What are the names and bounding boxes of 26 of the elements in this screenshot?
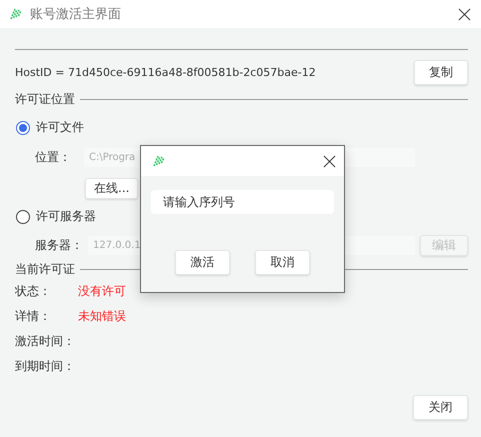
info-label: 激活时间：: [15, 332, 76, 350]
copy-button[interactable]: 复制: [414, 60, 468, 85]
close-button[interactable]: 关闭: [413, 395, 468, 420]
info-label: 到期时间：: [15, 358, 76, 374]
logo-icon: [10, 7, 22, 21]
info-value: 未知错误: [78, 308, 126, 324]
section-title: 当前许可证: [15, 261, 75, 278]
window-title: 账号激活主界面: [30, 6, 122, 23]
cancel-button[interactable]: 取消: [255, 250, 310, 275]
activate-button[interactable]: 激活: [175, 250, 230, 275]
host-id-text: HostID = 71d450ce-69116a48-8f00581b-2c057bae-12: [15, 66, 316, 79]
close-icon[interactable]: [323, 154, 336, 168]
info-value: 没有许可: [78, 282, 126, 300]
radio-label: 许可服务器: [36, 208, 96, 225]
radio-button[interactable]: [16, 120, 30, 134]
info-label: 状态：: [15, 282, 52, 300]
serial-number-field[interactable]: 请输入序列号: [151, 190, 334, 214]
logo-icon: [153, 154, 165, 168]
close-icon[interactable]: [458, 8, 471, 20]
info-label: 详情：: [15, 308, 52, 324]
field-label: 位置：: [35, 149, 72, 166]
radio-button[interactable]: [16, 210, 30, 224]
online-button[interactable]: 在线...: [85, 178, 138, 199]
radio-label: 许可文件: [36, 119, 84, 136]
section-title: 许可证位置: [15, 91, 75, 108]
field-label: 服务器：: [35, 237, 84, 254]
